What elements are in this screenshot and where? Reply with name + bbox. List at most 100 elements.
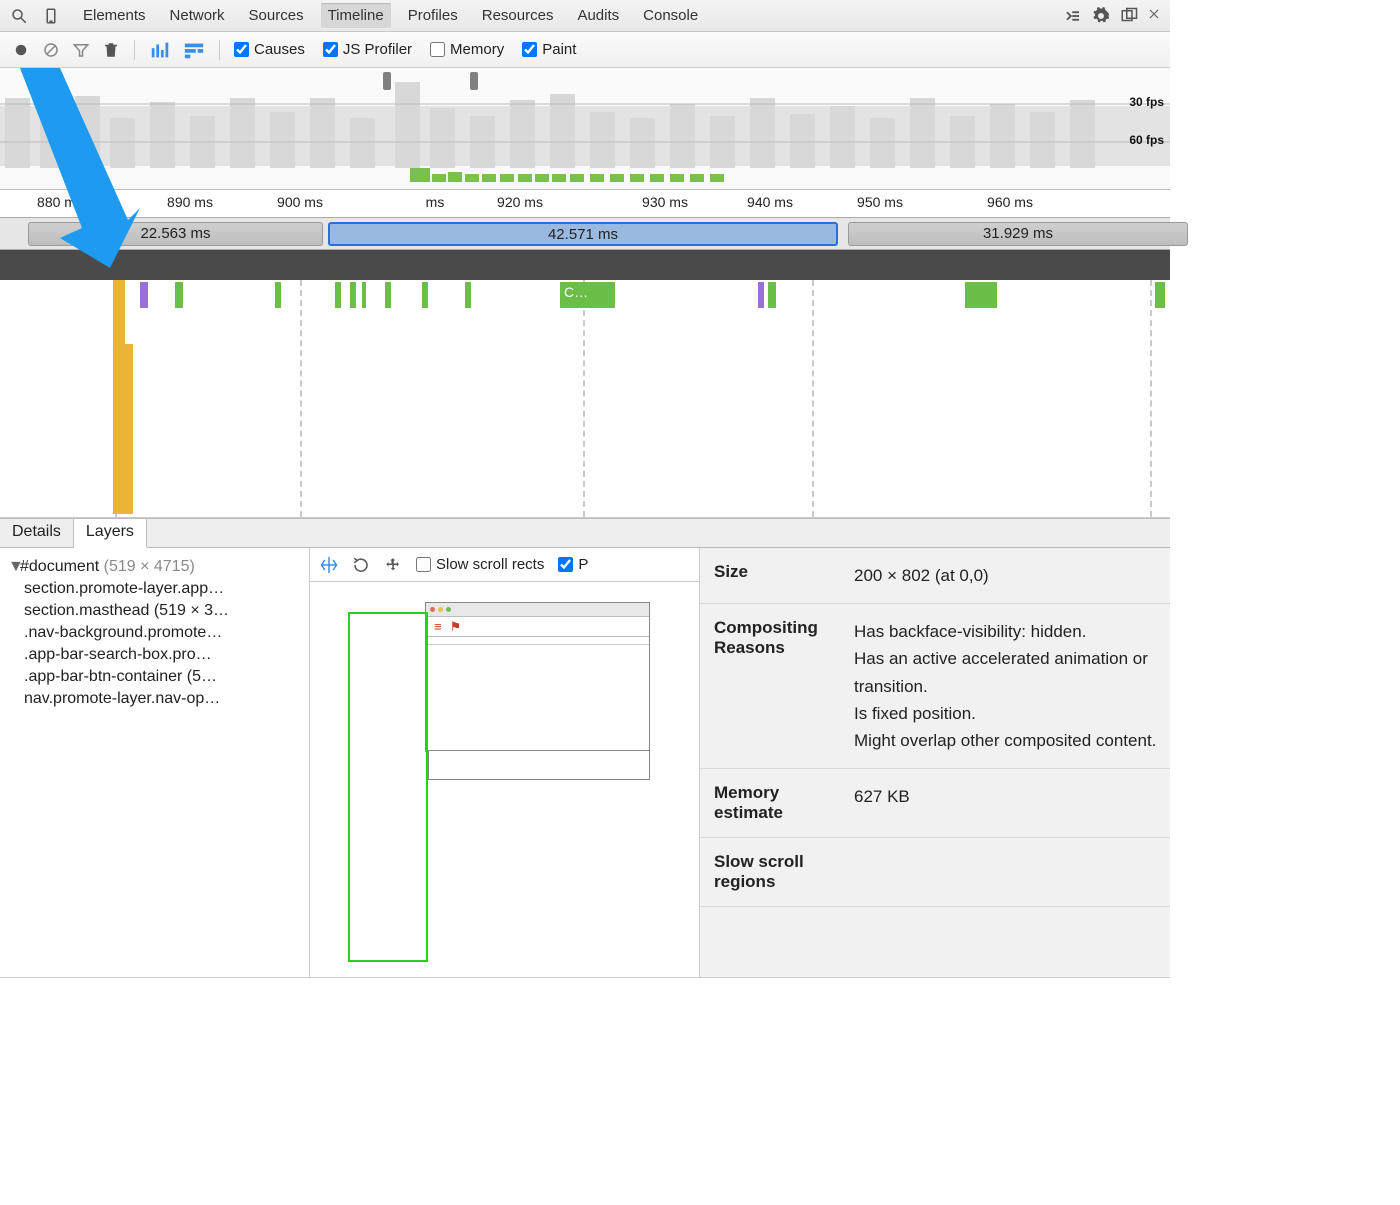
dock-icon[interactable] [1120,7,1138,25]
ruler-tick: 940 ms [747,194,793,210]
flame-event[interactable] [758,282,764,308]
filter-icon[interactable] [72,41,90,59]
ruler-tick: 890 ms [167,194,213,210]
layer-tree[interactable]: ▼#document (519 × 4715) section.promote-… [0,548,310,977]
fps-30-label: 30 fps [1129,95,1164,109]
slow-scroll-rects-checkbox[interactable]: Slow scroll rects [416,556,544,573]
info-value: 200 × 802 (at 0,0) [850,548,1170,603]
panel-tab-layers[interactable]: Layers [74,519,147,548]
frames-view-icon[interactable] [149,39,171,61]
tree-item[interactable]: nav.promote-layer.nav-op… [8,688,301,710]
flame-event[interactable] [175,282,183,308]
flag-icon: ⚑ [450,619,462,635]
layer-preview[interactable]: Slow scroll rects P ≡ ⚑ [310,548,700,977]
tree-item[interactable]: .app-bar-search-box.pro… [8,644,301,666]
paint-label-fragment: P [578,556,588,573]
info-key: Size [700,548,850,603]
frame-bar[interactable]: 22.563 ms [28,222,323,246]
hamburger-icon: ≡ [434,619,442,634]
layer-info-table: Size200 × 802 (at 0,0)Compositing Reason… [700,548,1170,977]
thread-header [0,250,1170,280]
slow-scroll-label: Slow scroll rects [436,556,544,573]
overview-marker[interactable] [470,72,478,90]
tree-root-dims: (519 × 4715) [104,558,195,575]
ruler-tick: 920 ms [497,194,543,210]
info-row: Size200 × 802 (at 0,0) [700,548,1170,604]
settings-gear-icon[interactable] [1092,7,1110,25]
panel-tab-details[interactable]: Details [0,519,74,547]
ruler-tick: ms [426,194,445,210]
info-key: Compositing Reasons [700,604,850,768]
flame-event[interactable] [465,282,471,308]
overview-chart[interactable]: 30 fps 60 fps [0,68,1170,190]
flame-event[interactable] [335,282,341,308]
flame-event[interactable] [385,282,391,308]
reset-view-icon[interactable] [384,556,402,574]
flame-event[interactable] [362,282,366,308]
tab-network[interactable]: Network [163,3,232,28]
tab-elements[interactable]: Elements [76,3,153,28]
info-key: Memory estimate [700,769,850,837]
rotate-icon[interactable] [352,556,370,574]
close-icon[interactable] [1148,7,1160,25]
tree-item[interactable]: .app-bar-btn-container (5… [8,666,301,688]
flame-event[interactable] [965,282,997,308]
info-row: Compositing ReasonsHas backface-visibili… [700,604,1170,769]
info-row: Slow scroll regions [700,838,1170,907]
ruler-tick: 950 ms [857,194,903,210]
ruler-tick: 880 ms [37,194,83,210]
flame-event[interactable] [1155,282,1165,308]
paint-checkbox-partial[interactable]: P [558,556,588,573]
tab-sources[interactable]: Sources [242,3,311,28]
info-value: Has backface-visibility: hidden.Has an a… [850,604,1170,768]
tab-timeline[interactable]: Timeline [321,3,391,28]
overview-marker[interactable] [383,72,391,90]
tab-resources[interactable]: Resources [475,3,561,28]
flame-event[interactable] [275,282,281,308]
flame-event[interactable] [350,282,356,308]
ruler-tick: 960 ms [987,194,1033,210]
record-icon[interactable] [12,41,30,59]
preview-canvas[interactable]: ≡ ⚑ [310,582,699,972]
frame-bars[interactable]: 22.563 ms42.571 ms31.929 ms [0,218,1170,250]
search-icon[interactable] [10,7,28,25]
info-key: Slow scroll regions [700,838,850,906]
timeline-toolbar: Causes JS Profiler Memory Paint [0,32,1170,68]
garbage-icon[interactable] [102,41,120,59]
tree-item[interactable]: section.promote-layer.app… [8,578,301,600]
preview-toolbar: Slow scroll rects P [310,548,699,582]
check-js-profiler[interactable]: JS Profiler [323,41,412,58]
flame-chart[interactable]: C… [0,280,1170,518]
check-paint[interactable]: Paint [522,41,576,58]
time-ruler[interactable]: 880 ms 890 ms 900 ms ms 920 ms 930 ms 940 ms 95… [0,190,1170,218]
info-value [850,838,1170,906]
info-row: Memory estimate627 KB [700,769,1170,838]
clear-icon[interactable] [42,41,60,59]
ruler-tick: 900 ms [277,194,323,210]
flame-event[interactable] [113,280,125,344]
flame-event[interactable] [113,344,133,514]
flame-event[interactable] [140,282,148,308]
tab-audits[interactable]: Audits [570,3,626,28]
fps-60-label: 60 fps [1129,133,1164,147]
tab-profiles[interactable]: Profiles [401,3,465,28]
check-causes[interactable]: Causes [234,41,305,58]
tab-console[interactable]: Console [636,3,705,28]
info-value: 627 KB [850,769,1170,837]
pan-icon[interactable] [320,556,338,574]
tree-item[interactable]: .nav-background.promote… [8,622,301,644]
ruler-tick: 930 ms [642,194,688,210]
drawer-icon[interactable] [1064,7,1082,25]
bottom-panel-tabs: DetailsLayers [0,518,1170,548]
device-mode-icon[interactable] [42,7,60,25]
flame-event[interactable] [422,282,428,308]
flame-event[interactable] [768,282,776,308]
tree-root[interactable]: ▼#document (519 × 4715) [8,556,301,578]
flame-chart-icon[interactable] [183,39,205,61]
frame-bar[interactable]: 31.929 ms [848,222,1188,246]
frame-bar[interactable]: 42.571 ms [328,222,838,246]
check-memory[interactable]: Memory [430,41,504,58]
flame-event-composite[interactable]: C… [560,282,615,308]
tree-root-label: #document [20,558,99,575]
tree-item[interactable]: section.masthead (519 × 3… [8,600,301,622]
